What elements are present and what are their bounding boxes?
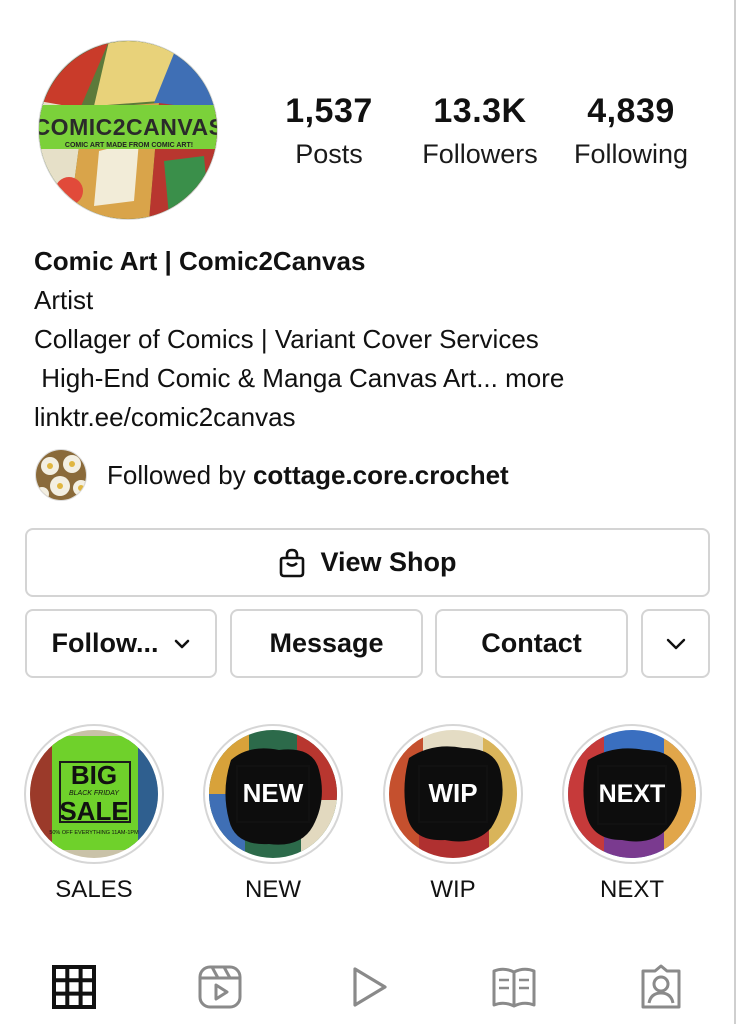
sale-cover-big: BIG xyxy=(71,760,117,790)
view-shop-label: View Shop xyxy=(320,547,457,577)
bio-website-link[interactable]: linktr.ee/comic2canvas xyxy=(34,398,694,437)
posts-stat[interactable]: 1,537 Posts xyxy=(279,92,379,170)
posts-label: Posts xyxy=(295,139,363,169)
highlight-cover: BIG BLACK FRIDAY SALE 50% OFF EVERYTHING… xyxy=(30,730,158,858)
highlight-label: NEW xyxy=(245,876,301,903)
highlight-label: WIP xyxy=(430,876,476,903)
new-cover-art: NEW xyxy=(209,730,337,858)
followed-by-row[interactable]: Followed by cottage.core.crochet xyxy=(35,449,509,501)
next-cover-art: NEXT xyxy=(568,730,696,858)
guides-icon[interactable] xyxy=(490,963,538,1011)
view-shop-button[interactable]: View Shop xyxy=(25,528,710,597)
message-label: Message xyxy=(269,628,384,658)
followers-label: Followers xyxy=(422,139,538,169)
sale-cover-offer: 50% OFF EVERYTHING 11AM-1PM xyxy=(49,830,139,836)
profile-name: Comic Art | Comic2Canvas xyxy=(34,246,366,276)
follower-avatar xyxy=(35,449,87,501)
following-label: Following xyxy=(573,139,689,169)
followed-by-user[interactable]: cottage.core.crochet xyxy=(253,460,509,490)
highlight-cover: NEW xyxy=(209,730,337,858)
highlight-next[interactable]: NEXT NEXT xyxy=(562,724,702,904)
posts-count: 1,537 xyxy=(285,92,373,130)
message-button[interactable]: Message xyxy=(230,609,423,678)
next-cover-text: NEXT xyxy=(599,780,666,808)
contact-button[interactable]: Contact xyxy=(435,609,628,678)
highlight-label: SALES xyxy=(55,876,133,903)
wip-cover-text: WIP xyxy=(428,778,477,808)
profile-bio: Comic Art | Comic2Canvas Artist Collager… xyxy=(34,242,694,437)
shopping-bag-icon xyxy=(278,548,306,578)
chevron-down-icon xyxy=(173,638,191,650)
chevron-down-icon xyxy=(665,637,687,651)
tagged-user-icon[interactable] xyxy=(637,963,685,1011)
avatar-logo-tagline: COMIC ART MADE FROM COMIC ART! xyxy=(65,142,193,149)
grid-icon[interactable] xyxy=(50,963,98,1011)
highlight-ring: WIP xyxy=(383,724,523,864)
avatar-logo-text: COMIC2CANVAS xyxy=(39,114,218,140)
followed-by-text: Followed by cottage.core.crochet xyxy=(107,460,509,491)
highlight-new[interactable]: NEW NEW xyxy=(203,724,343,904)
sale-cover-sale: SALE xyxy=(59,796,128,826)
profile-category: Artist xyxy=(34,285,94,315)
wip-cover-art: WIP xyxy=(389,730,517,858)
bio-more-link[interactable]: more xyxy=(505,363,564,393)
followed-by-prefix: Followed by xyxy=(107,459,253,490)
highlight-ring: NEW xyxy=(203,724,343,864)
highlight-cover: WIP xyxy=(389,730,517,858)
followers-count: 13.3K xyxy=(433,92,527,130)
contact-label: Contact xyxy=(481,628,582,658)
profile-avatar[interactable]: COMIC2CANVAS COMIC ART MADE FROM COMIC A… xyxy=(38,40,218,220)
highlight-sales[interactable]: BIG BLACK FRIDAY SALE 50% OFF EVERYTHING… xyxy=(24,724,164,904)
bio-line-1: Collager of Comics | Variant Cover Servi… xyxy=(34,324,539,354)
highlight-wip[interactable]: WIP WIP xyxy=(383,724,523,904)
highlight-ring: NEXT xyxy=(562,724,702,864)
following-count: 4,839 xyxy=(587,92,675,130)
following-stat[interactable]: 4,839 Following xyxy=(566,92,696,170)
new-cover-text: NEW xyxy=(243,778,304,808)
bio-line-2-text: High-End Comic & Manga Canvas Art... xyxy=(34,363,498,393)
highlight-ring: BIG BLACK FRIDAY SALE 50% OFF EVERYTHING… xyxy=(24,724,164,864)
highlight-cover: NEXT xyxy=(568,730,696,858)
sale-cover-art: BIG BLACK FRIDAY SALE 50% OFF EVERYTHING… xyxy=(30,730,158,858)
bio-line-2: High-End Comic & Manga Canvas Art... mor… xyxy=(34,359,694,398)
reels-icon[interactable] xyxy=(196,963,244,1011)
avatar-art: COMIC2CANVAS COMIC ART MADE FROM COMIC A… xyxy=(39,41,218,219)
following-dropdown-button[interactable]: Follow... xyxy=(25,609,217,678)
followers-stat[interactable]: 13.3K Followers xyxy=(412,92,548,170)
suggested-accounts-button[interactable] xyxy=(641,609,710,678)
highlight-label: NEXT xyxy=(599,876,664,903)
follower-avatar-art xyxy=(36,450,86,500)
follow-label: Follow... xyxy=(51,628,159,658)
video-play-icon[interactable] xyxy=(345,963,393,1011)
